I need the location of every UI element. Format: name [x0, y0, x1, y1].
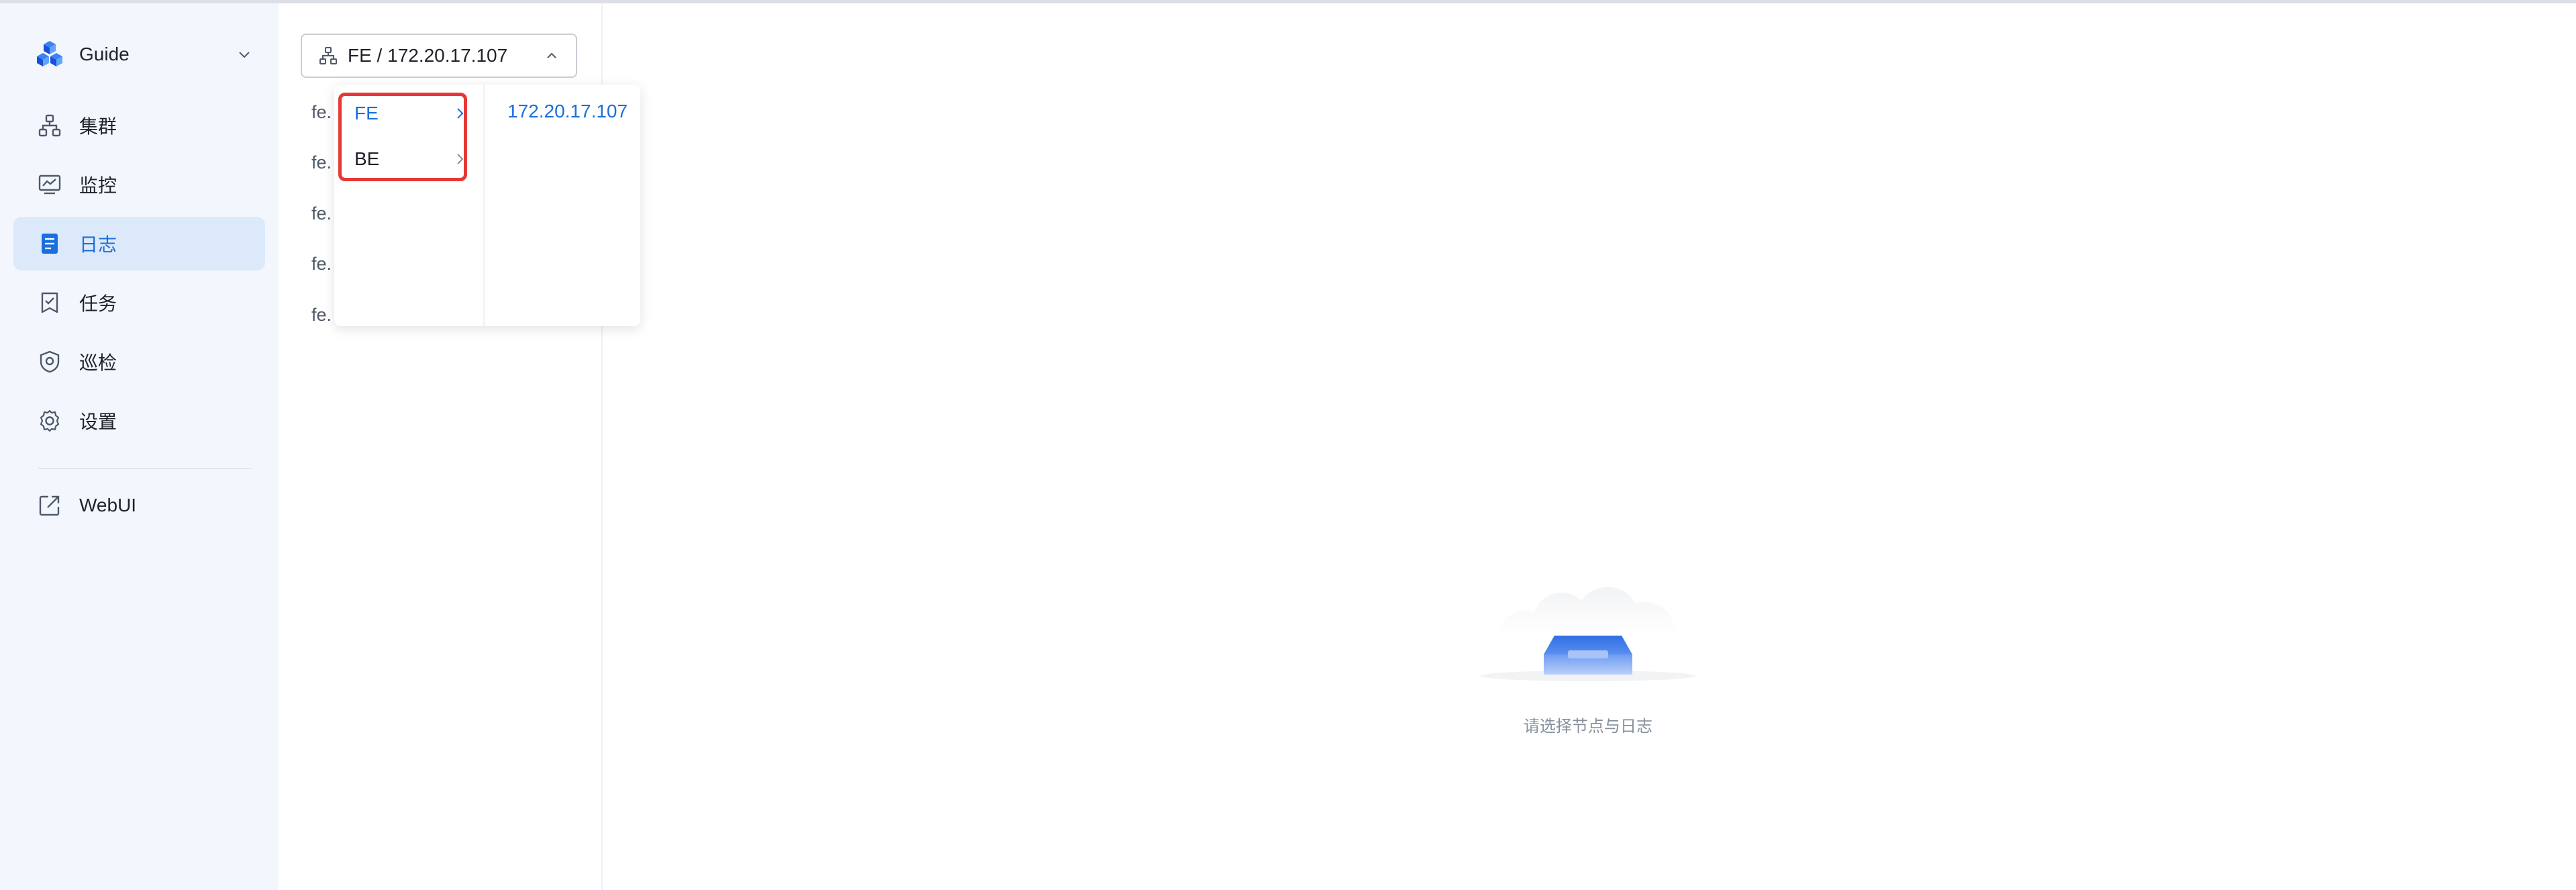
- sidebar-item-label: 设置: [79, 411, 117, 432]
- workspace-switcher[interactable]: Guide: [34, 37, 255, 72]
- log-file-item[interactable]: fe.: [311, 254, 332, 275]
- sidebar-item-label: 日志: [79, 234, 117, 255]
- chevron-up-icon: [547, 52, 556, 58]
- sidebar-divider: [38, 468, 252, 469]
- cubes-logo-icon: [37, 41, 62, 66]
- top-border: [0, 0, 2576, 3]
- cascader-host-column: 172.20.17.107: [485, 85, 640, 326]
- sidebar-item-monitor[interactable]: 监控: [13, 158, 265, 211]
- shield-icon: [40, 350, 60, 373]
- sidebar-item-cluster[interactable]: 集群: [13, 99, 265, 152]
- task-icon: [41, 292, 58, 313]
- cluster-icon: [319, 47, 337, 64]
- sidebar-item-label: 监控: [79, 175, 117, 196]
- cascader-type-column: FE BE: [334, 85, 485, 326]
- sidebar-item-logs[interactable]: 日志: [13, 217, 265, 270]
- sidebar-item-tasks[interactable]: 任务: [13, 276, 265, 330]
- node-selector[interactable]: FE / 172.20.17.107: [301, 34, 577, 78]
- cascader-option-label: BE: [354, 148, 380, 169]
- cascader-option-be[interactable]: BE: [342, 138, 474, 180]
- workspace-name: Guide: [79, 44, 130, 64]
- monitor-icon: [38, 175, 61, 195]
- sidebar-item-label: WebUI: [79, 495, 137, 515]
- sidebar-item-settings[interactable]: 设置: [13, 394, 265, 448]
- chevron-right-icon: [457, 154, 464, 164]
- document-icon: [42, 234, 58, 254]
- log-file-item[interactable]: fe.: [311, 203, 332, 224]
- empty-state-text: 请选择节点与日志: [1524, 718, 1652, 736]
- sidebar: Guide 集群 监控 日志 任务 巡检 设置 WebUI: [0, 3, 279, 890]
- external-link-icon: [39, 495, 60, 516]
- log-file-item[interactable]: fe.: [311, 102, 332, 123]
- cascader-option-label: FE: [354, 103, 379, 123]
- cluster-icon: [38, 114, 61, 137]
- cascader-option-fe[interactable]: FE: [342, 93, 474, 134]
- node-cascader-dropdown: FE BE 172.20.17.107: [334, 85, 640, 326]
- log-file-item[interactable]: fe.: [311, 152, 332, 173]
- gear-icon: [40, 409, 60, 432]
- sidebar-item-label: 集群: [79, 116, 117, 137]
- sidebar-item-inspection[interactable]: 巡检: [13, 335, 265, 389]
- sidebar-item-webui[interactable]: WebUI: [13, 479, 265, 532]
- sidebar-item-label: 巡检: [79, 352, 117, 373]
- cascader-option-host[interactable]: 172.20.17.107: [507, 101, 628, 122]
- empty-inbox-icon: [1481, 587, 1695, 681]
- sidebar-item-label: 任务: [79, 293, 117, 314]
- chevron-right-icon: [457, 108, 464, 119]
- log-file-item[interactable]: fe.: [311, 305, 332, 326]
- chevron-down-icon: [239, 52, 250, 58]
- node-selector-value: FE / 172.20.17.107: [348, 45, 508, 66]
